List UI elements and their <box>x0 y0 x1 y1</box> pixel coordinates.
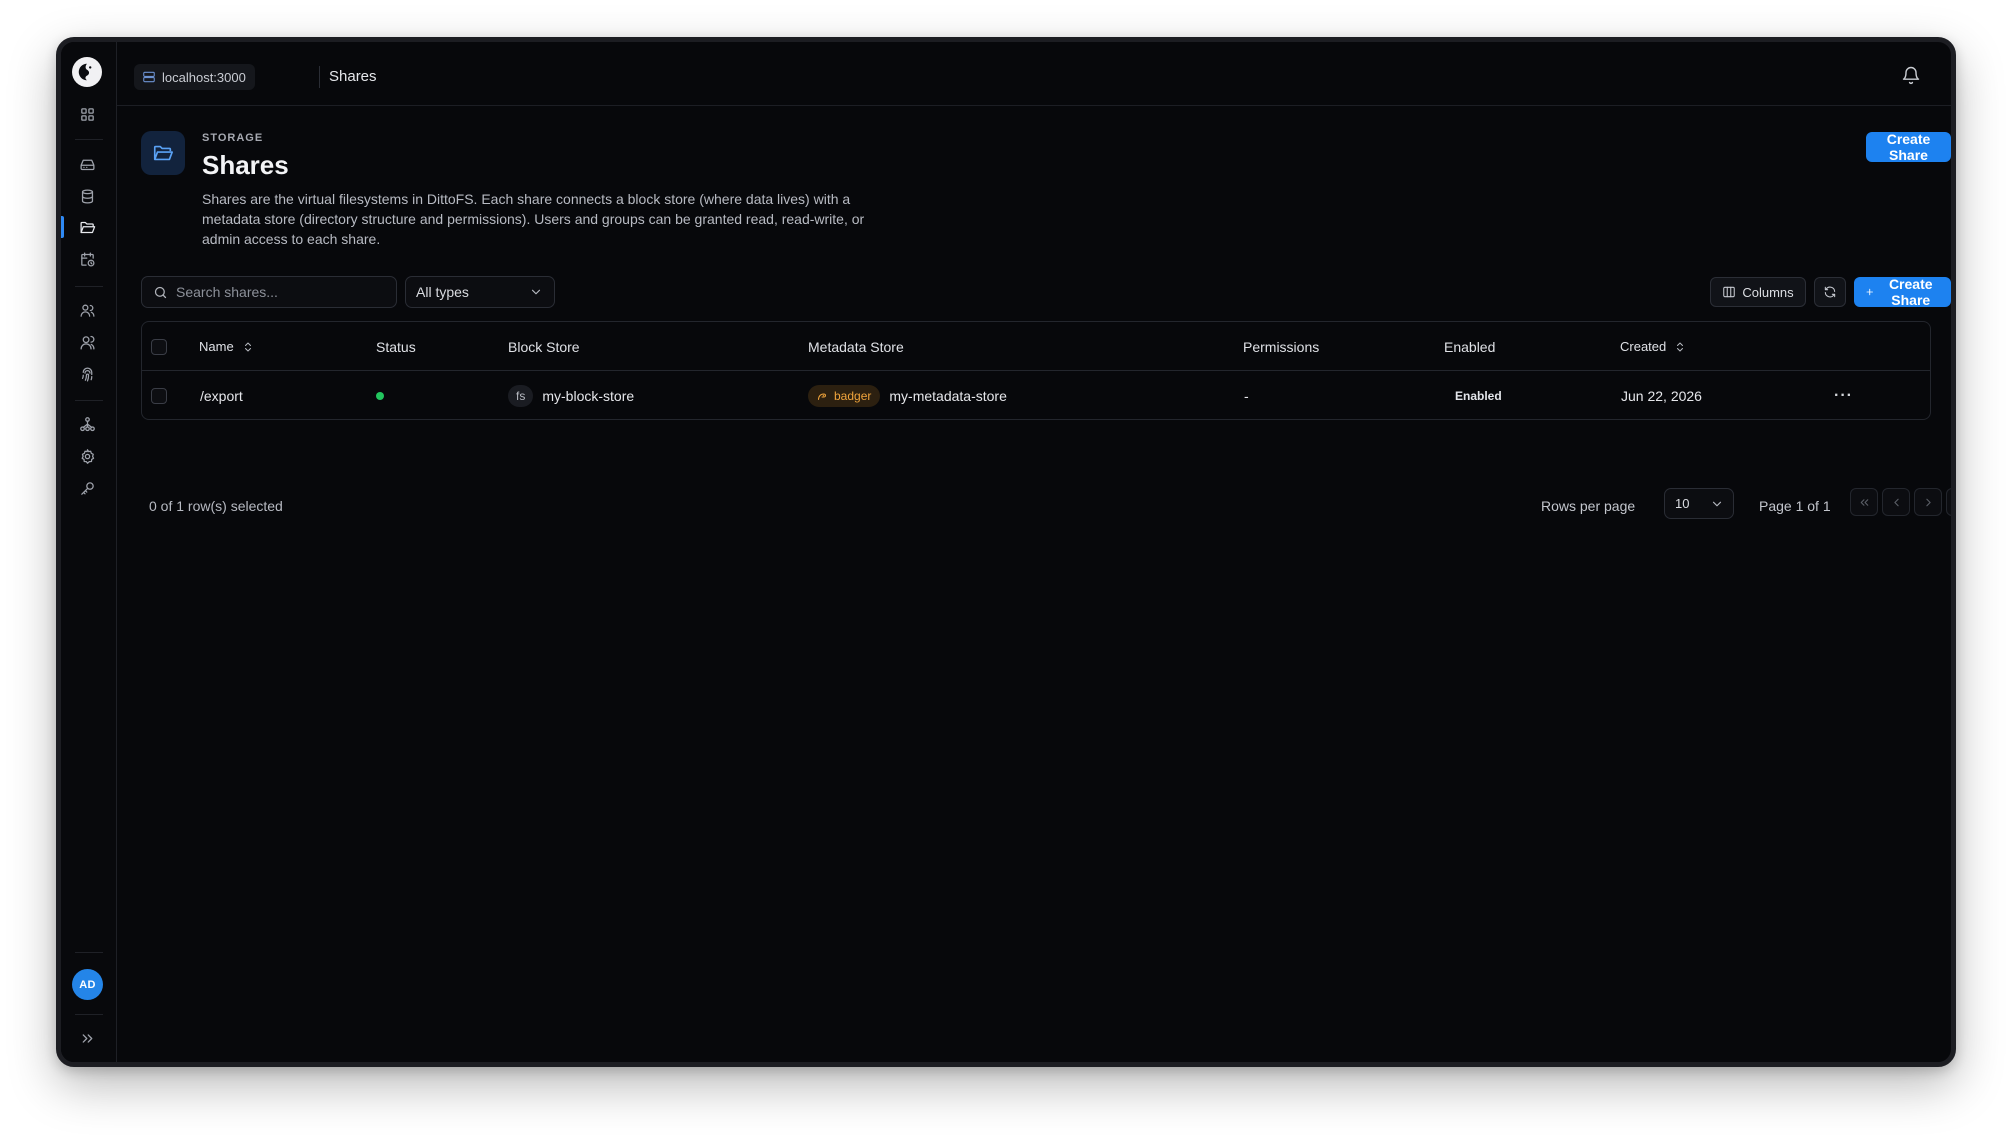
key-icon[interactable] <box>73 474 101 502</box>
select-all-checkbox[interactable] <box>151 322 167 371</box>
block-store-type-badge: fs <box>508 384 534 407</box>
user-group-icon[interactable] <box>73 328 101 356</box>
status-indicator <box>376 371 384 419</box>
table-header: Name Status Block Store Metadata Store P… <box>142 322 1930 371</box>
next-page-button[interactable] <box>1914 488 1942 516</box>
sidebar-divider <box>75 952 103 953</box>
plus-icon <box>1866 288 1873 296</box>
block-store-cell: fs my-block-store <box>508 371 635 419</box>
breadcrumb-server[interactable]: localhost:3000 <box>134 64 255 90</box>
column-permissions-header: Permissions <box>1243 338 1320 355</box>
page-info: Page 1 of 1 <box>1759 498 1831 514</box>
create-share-button[interactable]: Create Share <box>1854 276 1951 308</box>
sort-icon <box>244 342 251 351</box>
sidebar-active-indicator <box>61 216 64 238</box>
chevron-down-icon <box>531 289 541 295</box>
selection-count: 0 of 1 row(s) selected <box>149 498 283 514</box>
previous-page-button[interactable] <box>1882 488 1910 516</box>
column-name-header[interactable]: Name <box>199 322 254 371</box>
chevrons-right-icon <box>1954 496 1957 509</box>
page-description: Shares are the virtual filesystems in Di… <box>202 191 865 247</box>
column-enabled-header: Enabled <box>1444 338 1496 355</box>
enabled-label: Enabled <box>1455 388 1502 403</box>
column-created-header[interactable]: Created <box>1620 322 1686 371</box>
status-dot <box>376 391 384 400</box>
breadcrumb-separator <box>319 66 320 88</box>
refresh-icon <box>1824 286 1836 298</box>
fingerprint-icon[interactable] <box>73 360 101 388</box>
last-page-button[interactable] <box>1946 488 1957 516</box>
metadata-store-type-badge: badger <box>808 384 881 407</box>
column-block-store-header: Block Store <box>508 338 580 355</box>
breadcrumb-host-label: localhost:3000 <box>162 69 246 85</box>
users-icon[interactable] <box>73 296 101 324</box>
dashboard-icon[interactable] <box>73 100 101 128</box>
row-actions-menu[interactable]: ··· <box>1834 371 1853 419</box>
sidebar: AD <box>61 42 117 1062</box>
search-input[interactable]: Search shares... <box>141 276 397 308</box>
columns-label: Columns <box>1742 284 1794 300</box>
share-name[interactable]: /export <box>200 371 243 419</box>
page-eyebrow: STORAGE <box>202 132 264 144</box>
user-avatar[interactable]: AD <box>72 969 103 1000</box>
calendar-clock-icon[interactable] <box>73 245 101 273</box>
create-share-label: Create Share <box>1886 131 1931 163</box>
chevron-down-icon <box>1712 501 1722 506</box>
column-name-label: Name <box>199 339 234 354</box>
create-share-button-header[interactable]: Create Share <box>1866 131 1951 163</box>
settings-icon[interactable] <box>73 442 101 470</box>
notifications-bell-icon[interactable] <box>1901 65 1921 85</box>
enabled-status: Enabled <box>1455 371 1502 419</box>
first-page-button[interactable] <box>1850 488 1878 516</box>
column-status-header: Status <box>376 338 416 355</box>
expand-sidebar-icon[interactable] <box>73 1024 101 1052</box>
chevron-left-icon <box>1893 498 1899 506</box>
chevron-right-icon <box>1925 498 1931 506</box>
chevrons-left-icon <box>1860 498 1868 506</box>
app-window: AD localhost:3000 Shares STORAGE Shares … <box>56 37 1956 1067</box>
search-icon <box>154 286 167 298</box>
columns-icon <box>1723 286 1736 298</box>
type-filter-value: All types <box>416 284 469 300</box>
network-icon[interactable] <box>73 410 101 438</box>
badger-icon <box>818 393 826 400</box>
columns-button[interactable]: Columns <box>1710 277 1806 307</box>
folder-icon[interactable] <box>73 213 101 241</box>
top-bar: localhost:3000 Shares <box>117 42 1951 106</box>
rows-per-page-select[interactable]: 10 <box>1664 488 1734 519</box>
permissions-value: - <box>1244 387 1249 404</box>
page-title: Shares <box>202 150 289 180</box>
refresh-button[interactable] <box>1814 277 1846 307</box>
create-share-label: Create Share <box>1888 276 1933 308</box>
metadata-store-type-label: badger <box>834 388 872 403</box>
metadata-store-cell: badger my-metadata-store <box>808 371 1007 419</box>
hard-drive-icon[interactable] <box>73 150 101 178</box>
created-date: Jun 22, 2026 <box>1621 387 1702 404</box>
sidebar-divider <box>75 1014 103 1015</box>
column-created-label: Created <box>1620 339 1667 354</box>
sidebar-divider <box>75 139 103 140</box>
rows-per-page-label: Rows per page <box>1541 498 1636 514</box>
sidebar-divider <box>75 400 103 401</box>
sort-icon <box>1677 342 1684 351</box>
breadcrumb-current-page: Shares <box>329 68 377 85</box>
app-logo[interactable] <box>72 57 102 87</box>
server-icon <box>143 71 155 83</box>
type-filter-select[interactable]: All types <box>405 276 555 308</box>
column-metadata-store-header: Metadata Store <box>808 338 904 355</box>
database-icon[interactable] <box>73 182 101 210</box>
page-folder-icon <box>141 131 185 175</box>
rows-per-page-value: 10 <box>1675 496 1690 511</box>
table-row[interactable]: /export fs my-block-store badger my-meta… <box>142 371 1930 419</box>
metadata-store-name: my-metadata-store <box>889 387 1007 404</box>
main-content: STORAGE Shares Shares are the virtual fi… <box>117 106 1951 1062</box>
search-placeholder: Search shares... <box>176 284 278 300</box>
more-horizontal-icon: ··· <box>1834 386 1853 404</box>
row-checkbox[interactable] <box>151 371 167 419</box>
block-store-name: my-block-store <box>542 387 635 404</box>
shares-table: Name Status Block Store Metadata Store P… <box>141 321 1931 420</box>
sidebar-divider <box>75 286 103 287</box>
